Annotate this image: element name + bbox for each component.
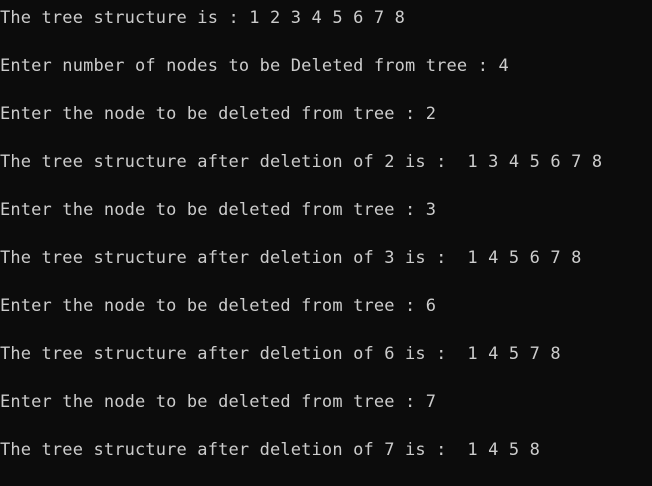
console-line-8: The tree structure after deletion of 6 i… [0, 344, 561, 364]
console-line-7: Enter the node to be deleted from tree :… [0, 296, 437, 316]
console-line-2: Enter number of nodes to be Deleted from… [0, 56, 509, 76]
console-line-1: The tree structure is : 1 2 3 4 5 6 7 8 [0, 8, 406, 28]
console-line-6: The tree structure after deletion of 3 i… [0, 248, 582, 268]
console-output[interactable]: The tree structure is : 1 2 3 4 5 6 7 8 … [0, 0, 652, 486]
console-line-10: The tree structure after deletion of 7 i… [0, 440, 541, 460]
console-line-5: Enter the node to be deleted from tree :… [0, 200, 437, 220]
console-line-4: The tree structure after deletion of 2 i… [0, 152, 603, 172]
console-line-9: Enter the node to be deleted from tree :… [0, 392, 437, 412]
console-line-3: Enter the node to be deleted from tree :… [0, 104, 437, 124]
